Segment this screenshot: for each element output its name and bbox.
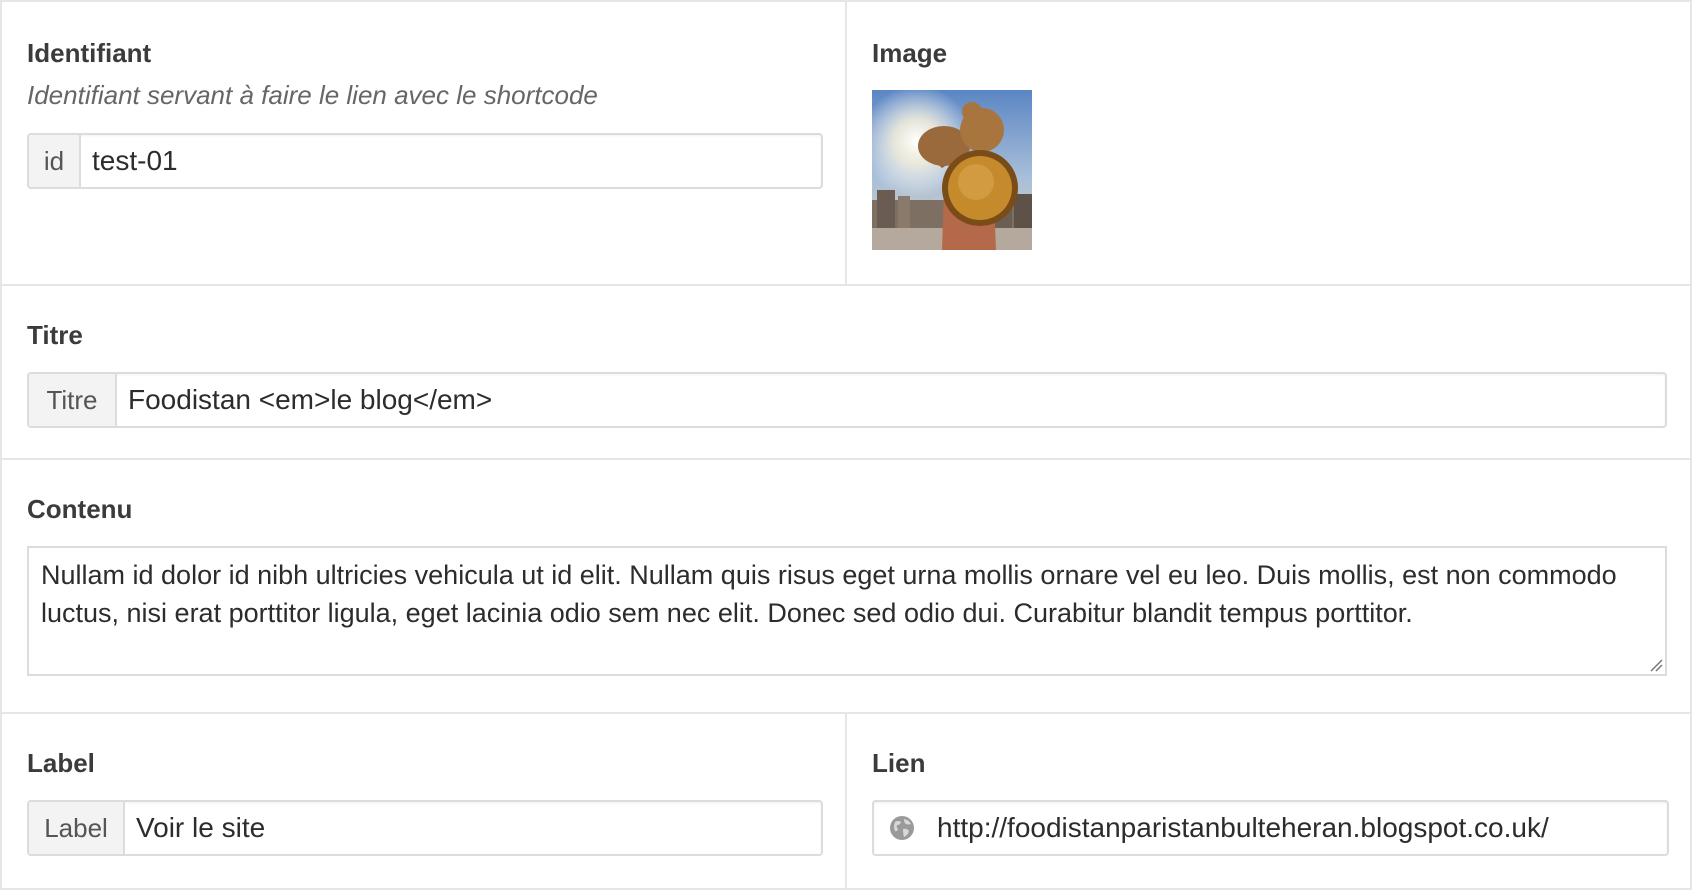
titre-label: Titre	[27, 320, 83, 350]
contenu-textarea[interactable]: Nullam id dolor id nibh ultricies vehicu…	[27, 546, 1667, 676]
label-addon: Label	[29, 802, 125, 854]
contenu-field: Contenu Nullam id dolor id nibh ultricie…	[2, 460, 1690, 712]
globe-icon	[874, 802, 926, 854]
label-input-group: Label Voir le site	[27, 800, 823, 856]
identifiant-addon: id	[29, 135, 81, 187]
row-contenu: Contenu Nullam id dolor id nibh ultricie…	[2, 460, 1690, 714]
lien-input-group: http://foodistanparistanbulteheran.blogs…	[872, 800, 1669, 856]
resize-handle-icon[interactable]	[1647, 656, 1663, 672]
row-label-lien: Label Label Voir le site Lien http://foo…	[2, 714, 1690, 890]
titre-input[interactable]: Foodistan <em>le blog</em>	[117, 374, 1665, 426]
lien-input[interactable]: http://foodistanparistanbulteheran.blogs…	[926, 802, 1667, 854]
slide-edit-form: Identifiant Identifiant servant à faire …	[0, 0, 1692, 890]
titre-input-group: Titre Foodistan <em>le blog</em>	[27, 372, 1667, 428]
titre-addon: Titre	[29, 374, 117, 426]
lien-field: Lien http://foodistanparistanbulteheran.…	[847, 714, 1690, 890]
contenu-label: Contenu	[27, 494, 133, 524]
image-thumbnail[interactable]	[872, 90, 1032, 250]
row-titre: Titre Titre Foodistan <em>le blog</em>	[2, 286, 1690, 460]
identifiant-description: Identifiant servant à faire le lien avec…	[27, 80, 598, 110]
label-label: Label	[27, 748, 95, 778]
identifiant-label: Identifiant	[27, 38, 152, 68]
identifiant-input[interactable]: test-01	[81, 135, 821, 187]
label-field: Label Label Voir le site	[2, 714, 847, 890]
identifiant-input-group: id test-01	[27, 133, 823, 189]
lien-label: Lien	[872, 748, 926, 778]
photo-image	[872, 90, 1032, 250]
image-label: Image	[872, 38, 948, 68]
image-field: Image	[847, 2, 1690, 284]
titre-field: Titre Titre Foodistan <em>le blog</em>	[2, 286, 1690, 458]
contenu-text: Nullam id dolor id nibh ultricies vehicu…	[41, 560, 1617, 628]
identifiant-field: Identifiant Identifiant servant à faire …	[2, 2, 847, 284]
label-input[interactable]: Voir le site	[125, 802, 821, 854]
row-identifiant-image: Identifiant Identifiant servant à faire …	[2, 2, 1690, 286]
